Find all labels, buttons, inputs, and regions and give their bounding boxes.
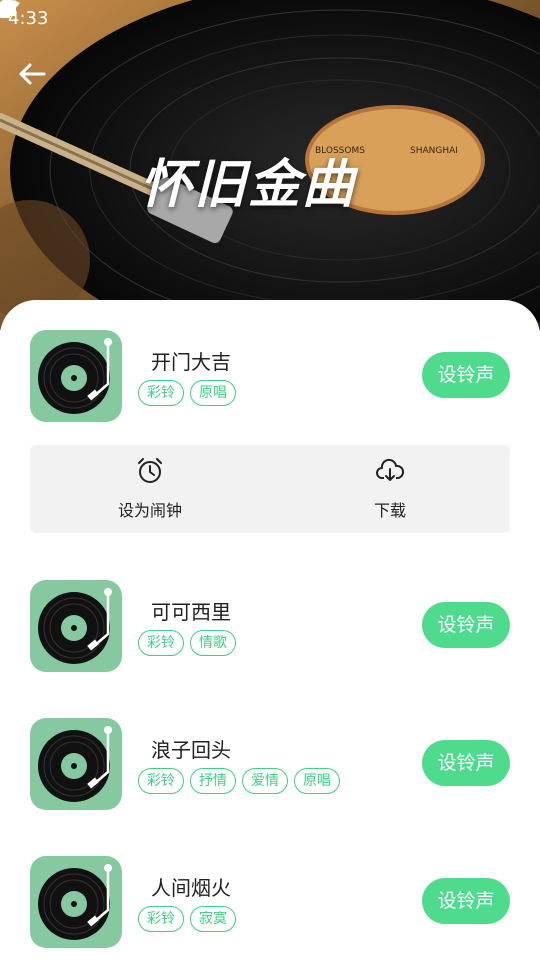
tag[interactable]: 彩铃 <box>138 768 184 794</box>
song-cover <box>30 580 122 672</box>
tag[interactable]: 彩铃 <box>138 380 184 406</box>
download-label: 下载 <box>373 501 406 520</box>
set-ringtone-button[interactable]: 设铃声 <box>422 352 510 398</box>
tag-list: 彩铃 寂寞 <box>138 906 236 932</box>
song-cover <box>30 330 122 422</box>
tag[interactable]: 情歌 <box>190 630 236 656</box>
list-item[interactable]: 可可西里 彩铃 情歌 设铃声 <box>30 580 510 672</box>
back-button[interactable] <box>18 62 58 98</box>
song-title: 开门大吉 <box>151 350 231 374</box>
song-title: 人间烟火 <box>151 876 231 900</box>
cloud-download-icon <box>376 457 405 489</box>
tag[interactable]: 原唱 <box>294 768 340 794</box>
song-cover <box>30 856 122 948</box>
alarm-clock-icon <box>136 457 164 489</box>
vinyl-record-icon <box>38 864 112 940</box>
song-actions-panel: 设为闹钟 下载 <box>30 445 510 533</box>
album-label-right: SHANGHAI <box>410 146 458 156</box>
set-ringtone-button[interactable]: 设铃声 <box>422 878 510 924</box>
tag[interactable]: 彩铃 <box>138 630 184 656</box>
tag[interactable]: 抒情 <box>190 768 236 794</box>
set-alarm-button[interactable]: 设为闹钟 <box>80 445 220 533</box>
tag[interactable]: 寂寞 <box>190 906 236 932</box>
song-title: 浪子回头 <box>151 738 231 762</box>
download-button[interactable]: 下载 <box>320 445 460 533</box>
set-ringtone-button[interactable]: 设铃声 <box>422 740 510 786</box>
song-list: 开门大吉 彩铃 原唱 设铃声 设为闹钟 下载 可可西里 彩铃 情歌 设铃声 浪子… <box>0 300 540 960</box>
vinyl-record-icon <box>38 338 112 414</box>
tag-list: 彩铃 抒情 爱情 原唱 <box>138 768 340 794</box>
list-item[interactable]: 开门大吉 彩铃 原唱 设铃声 <box>30 330 510 422</box>
tag[interactable]: 爱情 <box>242 768 288 794</box>
vinyl-record-icon <box>38 726 112 802</box>
tag[interactable]: 原唱 <box>190 380 236 406</box>
tag[interactable]: 彩铃 <box>138 906 184 932</box>
header-banner: BLOSSOMS SHANGHAI 4:33 A <box>0 0 540 330</box>
list-item[interactable]: 浪子回头 彩铃 抒情 爱情 原唱 设铃声 <box>30 718 510 810</box>
song-cover <box>30 718 122 810</box>
list-item[interactable]: 人间烟火 彩铃 寂寞 设铃声 <box>30 856 510 948</box>
set-ringtone-button[interactable]: 设铃声 <box>422 602 510 648</box>
page-title: 怀旧金曲 <box>140 155 357 215</box>
tag-list: 彩铃 情歌 <box>138 630 236 656</box>
vinyl-record-icon <box>38 588 112 664</box>
status-bar: 4:33 A <box>0 0 540 36</box>
tag-list: 彩铃 原唱 <box>138 380 236 406</box>
set-alarm-label: 设为闹钟 <box>117 501 182 520</box>
song-title: 可可西里 <box>151 600 231 624</box>
